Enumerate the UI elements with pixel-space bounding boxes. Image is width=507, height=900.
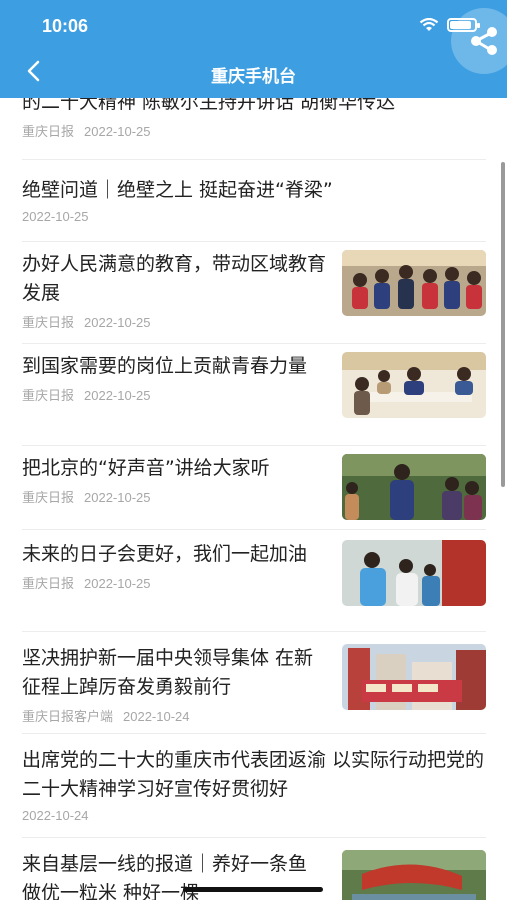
article-date: 2022-10-24 — [123, 709, 190, 724]
list-item[interactable]: 的二十大精神 陈敏尔主持并讲话 胡衡华传达 重庆日报 2022-10-25 — [22, 98, 486, 160]
article-date: 2022-10-25 — [84, 388, 151, 403]
article-meta: 重庆日报 2022-10-25 — [22, 312, 332, 331]
list-item[interactable]: 出席党的二十大的重庆市代表团返渝 以实际行动把党的二十大精神学习好宣传好贯彻好 … — [22, 734, 486, 838]
article-source: 重庆日报 — [22, 315, 75, 330]
article-title: 来自基层一线的报道｜养好一条鱼 做优一粒米 种好一棵 — [22, 853, 308, 900]
list-item[interactable]: 绝壁问道｜绝壁之上 挺起奋进“脊梁” 2022-10-25 — [22, 170, 486, 242]
home-indicator[interactable] — [183, 887, 323, 892]
share-icon — [471, 27, 497, 55]
scrollbar[interactable] — [501, 162, 505, 487]
article-source: 重庆日报 — [22, 388, 75, 403]
article-thumbnail — [342, 540, 486, 606]
list-item[interactable]: 未来的日子会更好，我们一起加油 重庆日报 2022-10-25 — [22, 530, 486, 632]
article-title: 办好人民满意的教育，带动区域教育发展 — [22, 253, 327, 304]
article-meta: 2022-10-25 — [22, 209, 486, 224]
article-title: 把北京的“好声音”讲给大家听 — [22, 457, 270, 479]
article-meta: 重庆日报 2022-10-25 — [22, 487, 332, 506]
article-title: 出席党的二十大的重庆市代表团返渝 以实际行动把党的二十大精神学习好宣传好贯彻好 — [22, 749, 485, 800]
page-title: 重庆手机台 — [211, 67, 296, 87]
article-date: 2022-10-25 — [84, 124, 151, 139]
article-meta: 重庆日报 2022-10-25 — [22, 121, 486, 140]
article-thumbnail — [342, 454, 486, 520]
list-item[interactable]: 到国家需要的岗位上贡献青春力量 重庆日报 2022-10-25 — [22, 344, 486, 446]
news-list[interactable]: 的二十大精神 陈敏尔主持并讲话 胡衡华传达 重庆日报 2022-10-25 绝壁问… — [0, 98, 507, 900]
article-date: 2022-10-25 — [84, 490, 151, 505]
article-meta: 重庆日报 2022-10-25 — [22, 385, 332, 404]
article-date: 2022-10-25 — [22, 209, 89, 224]
article-date: 2022-10-25 — [84, 315, 151, 330]
article-source: 重庆日报 — [22, 576, 75, 591]
article-source: 重庆日报 — [22, 490, 75, 505]
article-meta: 重庆日报 2022-10-25 — [22, 573, 332, 592]
article-meta: 重庆日报客户端 2022-10-24 — [22, 706, 332, 725]
article-title: 到国家需要的岗位上贡献青春力量 — [22, 355, 308, 377]
list-item[interactable]: 坚决拥护新一届中央领导集体 在新征程上踔厉奋发勇毅前行 重庆日报客户端 2022-… — [22, 632, 486, 734]
wifi-icon — [419, 18, 439, 31]
list-item[interactable]: 把北京的“好声音”讲给大家听 重庆日报 2022-10-25 — [22, 446, 486, 530]
article-meta: 2022-10-24 — [22, 808, 486, 823]
article-date: 2022-10-24 — [22, 808, 89, 823]
article-source: 重庆日报 — [22, 124, 75, 139]
article-thumbnail — [342, 644, 486, 710]
article-title: 绝壁问道｜绝壁之上 挺起奋进“脊梁” — [22, 179, 333, 201]
article-thumbnail — [342, 850, 486, 900]
article-thumbnail — [342, 250, 486, 316]
article-title: 坚决拥护新一届中央领导集体 在新征程上踔厉奋发勇毅前行 — [22, 647, 314, 698]
list-item[interactable]: 办好人民满意的教育，带动区域教育发展 重庆日报 2022-10-25 — [22, 242, 486, 344]
article-date: 2022-10-25 — [84, 576, 151, 591]
article-title: 未来的日子会更好，我们一起加油 — [22, 543, 308, 565]
article-thumbnail — [342, 352, 486, 418]
article-title: 的二十大精神 陈敏尔主持并讲话 胡衡华传达 — [22, 98, 396, 113]
status-time: 10:06 — [42, 16, 89, 36]
top-bar: 10:06 重庆手机台 — [0, 0, 507, 98]
article-source: 重庆日报客户端 — [22, 709, 114, 724]
